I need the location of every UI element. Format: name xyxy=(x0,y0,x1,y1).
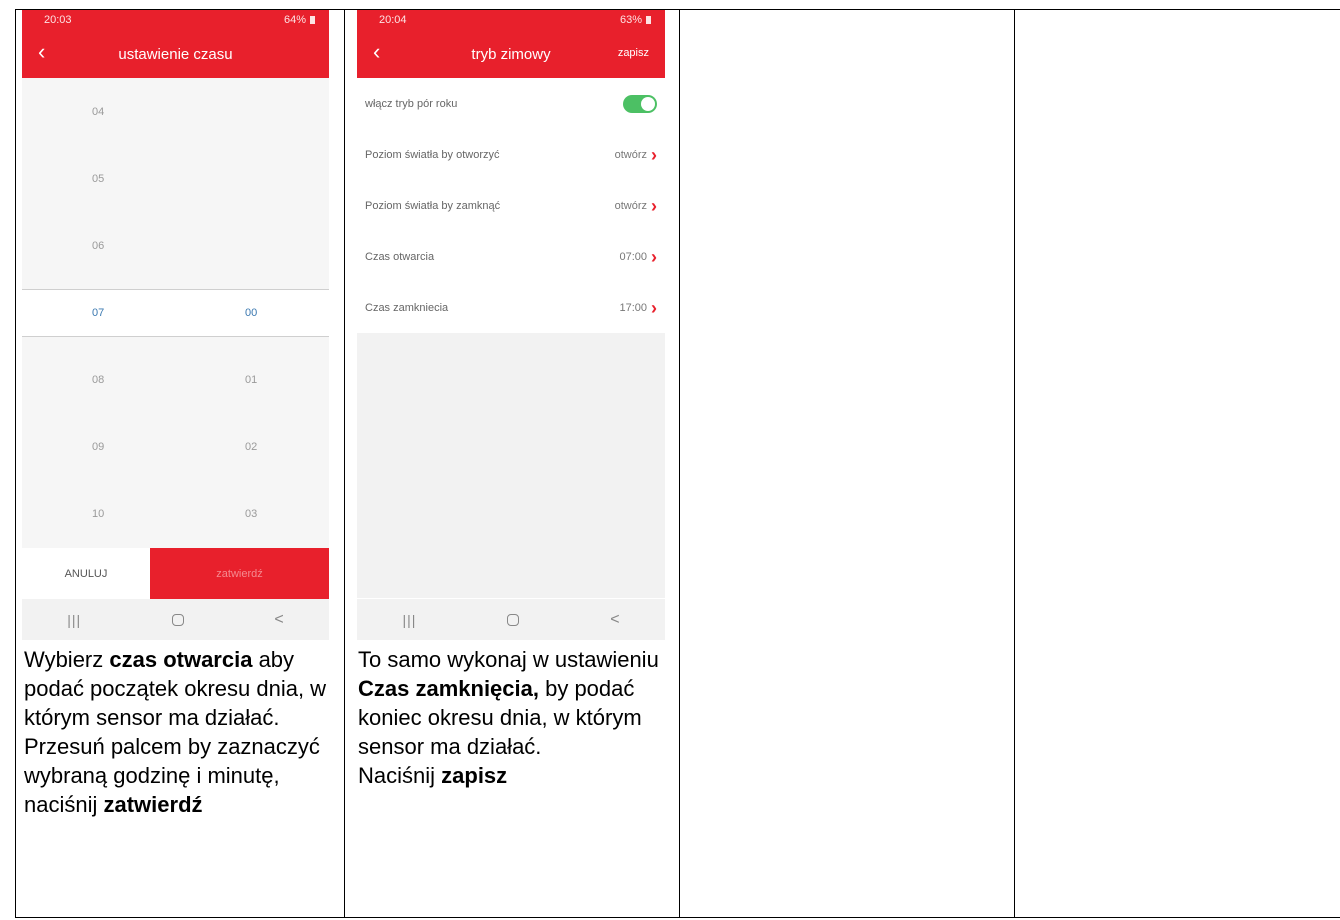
recent-apps-icon[interactable]: ||| xyxy=(67,612,81,628)
status-bar: 20:04 63% xyxy=(357,10,665,30)
confirm-button[interactable]: zatwierdź xyxy=(150,548,329,599)
settings-row-value: 17:00 xyxy=(619,301,647,314)
chevron-right-icon[interactable]: › xyxy=(651,299,657,317)
picker-row[interactable]: 08 01 xyxy=(22,346,329,413)
settings-row-label: Poziom światła by zamknąć xyxy=(365,199,501,212)
table-divider-2 xyxy=(679,9,680,918)
minute-option[interactable]: 01 xyxy=(245,374,257,386)
phone-screenshot-winter-mode: 20:04 63% ‹ tryb zimowy zapisz włącz try… xyxy=(357,10,665,640)
hour-option[interactable]: 08 xyxy=(92,374,104,386)
app-bar: ‹ tryb zimowy zapisz xyxy=(357,30,665,78)
battery-level: 64% xyxy=(283,14,306,26)
hour-option[interactable]: 10 xyxy=(92,508,104,520)
selected-hour[interactable]: 07 xyxy=(92,307,104,319)
cancel-button[interactable]: ANULUJ xyxy=(22,548,150,599)
hour-option[interactable]: 06 xyxy=(92,240,104,252)
table-border-left xyxy=(15,9,16,918)
season-mode-toggle[interactable] xyxy=(623,94,657,113)
save-button[interactable]: zapisz xyxy=(618,47,649,59)
settings-row-value: otwórz xyxy=(614,199,647,212)
picker-row[interactable]: 06 xyxy=(22,212,329,279)
table-border-bottom xyxy=(15,917,1340,918)
hour-option[interactable]: 09 xyxy=(92,441,104,453)
battery-icon xyxy=(646,16,651,24)
settings-list: włącz tryb pór roku Poziom światła by ot… xyxy=(357,78,665,333)
back-arrow-icon[interactable]: ‹ xyxy=(373,41,380,63)
settings-row-light-open[interactable]: Poziom światła by otworzyć otwórz › xyxy=(357,129,665,180)
system-nav-bar: ||| < xyxy=(357,599,665,640)
picker-row[interactable]: 05 xyxy=(22,145,329,212)
table-divider-1 xyxy=(344,9,345,918)
instruction-text-1: Wybierz czas otwarcia aby podać początek… xyxy=(24,647,327,817)
app-bar: ‹ ustawienie czasu xyxy=(22,30,329,78)
page-title: ustawienie czasu xyxy=(118,45,233,63)
battery-level: 63% xyxy=(619,14,642,26)
nav-back-icon[interactable]: < xyxy=(610,611,619,629)
settings-row-season-mode[interactable]: włącz tryb pór roku xyxy=(357,78,665,129)
settings-row-label: Poziom światła by otworzyć xyxy=(365,148,500,161)
settings-row-value: 07:00 xyxy=(619,250,647,263)
status-time: 20:04 xyxy=(379,14,407,26)
settings-row-label: Czas zamkniecia xyxy=(365,301,449,314)
settings-row-open-time[interactable]: Czas otwarcia 07:00 › xyxy=(357,231,665,282)
recent-apps-icon[interactable]: ||| xyxy=(402,612,416,628)
settings-row-label: Czas otwarcia xyxy=(365,250,435,263)
battery-icon xyxy=(310,16,315,24)
settings-row-label: włącz tryb pór roku xyxy=(365,97,458,110)
nav-back-icon[interactable]: < xyxy=(274,611,283,629)
time-picker[interactable]: 04 05 06 07 00 08 01 09 02 10 03 xyxy=(22,78,329,548)
phone-screenshot-time-picker: 20:03 64% ‹ ustawienie czasu 04 05 06 07… xyxy=(22,10,329,640)
empty-area xyxy=(357,333,665,598)
chevron-right-icon[interactable]: › xyxy=(651,146,657,164)
hour-option[interactable]: 04 xyxy=(92,106,104,118)
minute-option[interactable]: 03 xyxy=(245,508,257,520)
hour-option[interactable]: 05 xyxy=(92,173,104,185)
instruction-text-2: To samo wykonaj w ustawieniu Czas zamkni… xyxy=(358,647,659,788)
minute-option[interactable]: 02 xyxy=(245,441,257,453)
picker-row[interactable]: 04 xyxy=(22,78,329,145)
selection-line-bottom xyxy=(22,336,329,337)
page-title: tryb zimowy xyxy=(471,45,551,63)
home-icon[interactable] xyxy=(171,613,184,626)
table-divider-3 xyxy=(1014,9,1015,918)
chevron-right-icon[interactable]: › xyxy=(651,197,657,215)
picker-buttons: ANULUJ zatwierdź xyxy=(22,548,329,599)
picker-selected-row[interactable]: 07 00 xyxy=(22,290,329,336)
picker-row[interactable]: 10 03 xyxy=(22,480,329,547)
chevron-right-icon[interactable]: › xyxy=(651,248,657,266)
settings-row-close-time[interactable]: Czas zamkniecia 17:00 › xyxy=(357,282,665,333)
settings-row-value: otwórz xyxy=(614,148,647,161)
system-nav-bar: ||| < xyxy=(22,599,329,640)
back-arrow-icon[interactable]: ‹ xyxy=(38,41,45,63)
settings-row-light-close[interactable]: Poziom światła by zamknąć otwórz › xyxy=(357,180,665,231)
home-icon[interactable] xyxy=(507,613,520,626)
status-time: 20:03 xyxy=(44,14,72,26)
selected-minute[interactable]: 00 xyxy=(245,307,257,319)
picker-row[interactable]: 09 02 xyxy=(22,413,329,480)
status-bar: 20:03 64% xyxy=(22,10,329,30)
